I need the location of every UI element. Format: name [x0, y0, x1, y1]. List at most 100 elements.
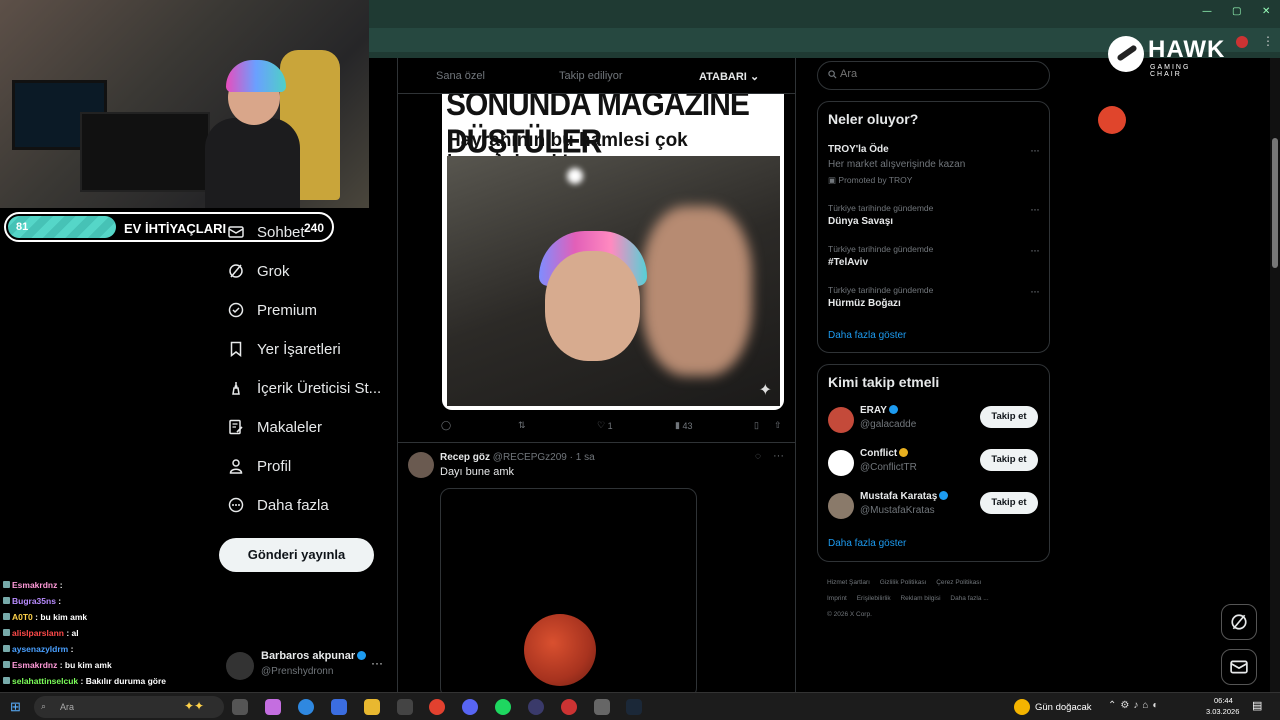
sidebar-item-bookmarks[interactable]: Yer İşaretleri: [228, 337, 341, 361]
repost-button[interactable]: ⇅: [518, 420, 526, 431]
obs-icon[interactable]: [561, 699, 577, 715]
trend-title[interactable]: Hürmüz Boğazı: [828, 298, 901, 309]
footer-link[interactable]: Reklam bilgisi: [900, 595, 940, 602]
chat-username: aysenazyldrm: [12, 644, 69, 654]
edge-icon[interactable]: [298, 699, 314, 715]
more-dots-icon[interactable]: ···: [1030, 243, 1040, 257]
share-button[interactable]: ⇧: [774, 420, 782, 431]
tray-icons[interactable]: ⌃⚙♪⌂◐: [1108, 700, 1162, 711]
sidebar-item-profile[interactable]: Profil: [228, 454, 291, 478]
chat-text: :: [68, 644, 74, 654]
account-switcher[interactable]: Barbaros akpunar @Prenshydronn ···: [226, 650, 391, 686]
account-name: Barbaros akpunar: [261, 650, 356, 662]
more-dots-icon[interactable]: ···: [1030, 202, 1040, 216]
messages-button[interactable]: [1221, 649, 1257, 685]
more-dots-icon[interactable]: ···: [1030, 284, 1040, 298]
reply-button[interactable]: ◯: [441, 420, 451, 431]
close-icon[interactable]: ✕: [1262, 6, 1270, 17]
sidebar-item-articles[interactable]: Makaleler: [228, 415, 322, 439]
like-count: 1: [607, 420, 613, 431]
sidebar-item-label: Makaleler: [257, 418, 323, 436]
bookmark-button[interactable]: ▯: [754, 420, 759, 431]
trend-title[interactable]: Dünya Savaşı: [828, 216, 893, 227]
divider: [397, 58, 398, 692]
chrome-icon[interactable]: [429, 699, 445, 715]
sidebar-item-creator-studio[interactable]: İçerik Üreticisi St...: [228, 376, 381, 400]
footer-link[interactable]: Daha fazla ...: [950, 595, 988, 602]
more-dots-icon[interactable]: ···: [1030, 143, 1040, 157]
xbox-icon[interactable]: [397, 699, 413, 715]
footer-link[interactable]: Erişilebilirlik: [857, 595, 891, 602]
sidebar-item-more[interactable]: Daha fazla: [228, 493, 329, 517]
moon-image: [524, 614, 596, 686]
tweet-author: Recep göz: [440, 452, 491, 463]
grok-icon: [1231, 614, 1247, 630]
spotify-icon[interactable]: [495, 699, 511, 715]
follow-button[interactable]: Takip et: [980, 449, 1038, 471]
show-more-link[interactable]: Daha fazla göster: [828, 538, 906, 549]
follow-button[interactable]: Takip et: [980, 406, 1038, 428]
taskbar-search[interactable]: ⌕ Ara ✦✦: [34, 696, 224, 718]
footer-links: Hizmet Şartları Gizlilik Politikası Çere…: [827, 575, 1047, 623]
account-handle: @Prenshydronn: [261, 666, 334, 677]
footer-link[interactable]: Hizmet Şartları: [827, 579, 870, 586]
post-button[interactable]: Gönderi yayınla: [219, 538, 374, 572]
verified-badge-icon: [357, 651, 367, 660]
settings-icon[interactable]: [594, 699, 610, 715]
steam-icon[interactable]: [626, 699, 642, 715]
footer-link[interactable]: Imprint: [827, 595, 847, 602]
app-icon[interactable]: [528, 699, 544, 715]
chat-username: A0T0: [12, 612, 33, 622]
sidebar-item-grok[interactable]: Grok: [228, 259, 290, 283]
views-button[interactable]: ▮ 43: [675, 420, 692, 431]
more-dots-icon[interactable]: ···: [773, 450, 784, 462]
notification-icon[interactable]: ▤: [1252, 699, 1262, 712]
promo-title[interactable]: TROY'la Öde: [828, 144, 889, 155]
like-button[interactable]: ♡ 1: [597, 420, 613, 431]
scrollbar-thumb[interactable]: [1272, 138, 1278, 268]
sidebar-item-chat[interactable]: Sohbet: [228, 220, 305, 244]
tab-atabari[interactable]: ATABARI ⌄: [699, 70, 759, 83]
discord-icon[interactable]: [462, 699, 478, 715]
search-input[interactable]: [840, 68, 1030, 80]
footer-link[interactable]: Çerez Politikası: [936, 579, 981, 586]
weather-text[interactable]: Gün doğacak: [1035, 702, 1092, 713]
menu-icon[interactable]: ⋮: [1262, 34, 1274, 48]
trend-title[interactable]: #TelAviv: [828, 257, 868, 268]
sidebar-item-premium[interactable]: Premium: [228, 298, 317, 322]
verified-badge-icon: [888, 405, 898, 414]
grok-icon[interactable]: ◌: [755, 451, 761, 462]
premium-icon: [228, 302, 244, 318]
maximize-icon[interactable]: ▢: [1232, 6, 1241, 17]
avatar: [828, 493, 854, 519]
suggestion-row[interactable]: ERAY @galacadde Takip et: [828, 403, 1038, 437]
task-view-icon[interactable]: [232, 699, 248, 715]
footer-link[interactable]: Gizlilik Politikası: [880, 579, 927, 586]
post-image[interactable]: SONUNDA MAGAZİNE DÜŞTÜLER Hayranının bu …: [442, 94, 784, 410]
divider: [795, 58, 796, 692]
clock-time[interactable]: 06:44: [1214, 696, 1233, 705]
grok-button[interactable]: [1221, 604, 1257, 640]
scrollbar[interactable]: [1270, 58, 1280, 692]
tweet-media[interactable]: [440, 488, 697, 698]
store-icon[interactable]: [331, 699, 347, 715]
copilot-icon[interactable]: [265, 699, 281, 715]
suggestion-row[interactable]: Conflict @ConflictTR Takip et: [828, 446, 1038, 480]
tweet[interactable]: Recep göz @RECEPGz209 · 1 sa ◌ ··· Dayı …: [397, 442, 796, 698]
clock-date[interactable]: 3.03.2026: [1206, 707, 1239, 716]
profile-avatar-icon[interactable]: [1236, 36, 1248, 48]
minimize-icon[interactable]: —: [1202, 6, 1212, 17]
suggestion-row[interactable]: Mustafa Karataş @MustafaKratas Takip et: [828, 489, 1038, 523]
show-more-link[interactable]: Daha fazla göster: [828, 330, 906, 341]
chat-username: alislparslann: [12, 628, 64, 638]
follow-button[interactable]: Takip et: [980, 492, 1038, 514]
chat-badge-icon: [3, 581, 10, 588]
tab-following[interactable]: Takip ediliyor: [559, 70, 623, 82]
search-box[interactable]: [817, 61, 1050, 90]
tab-for-you[interactable]: Sana özel: [436, 70, 485, 82]
who-to-follow-panel: Kimi takip etmeli ERAY @galacadde Takip …: [817, 364, 1050, 562]
mail-icon: [228, 226, 244, 238]
windows-start-icon[interactable]: ⊞: [10, 699, 21, 715]
more-dots-icon[interactable]: ···: [371, 656, 383, 670]
folder-icon[interactable]: [364, 699, 380, 715]
